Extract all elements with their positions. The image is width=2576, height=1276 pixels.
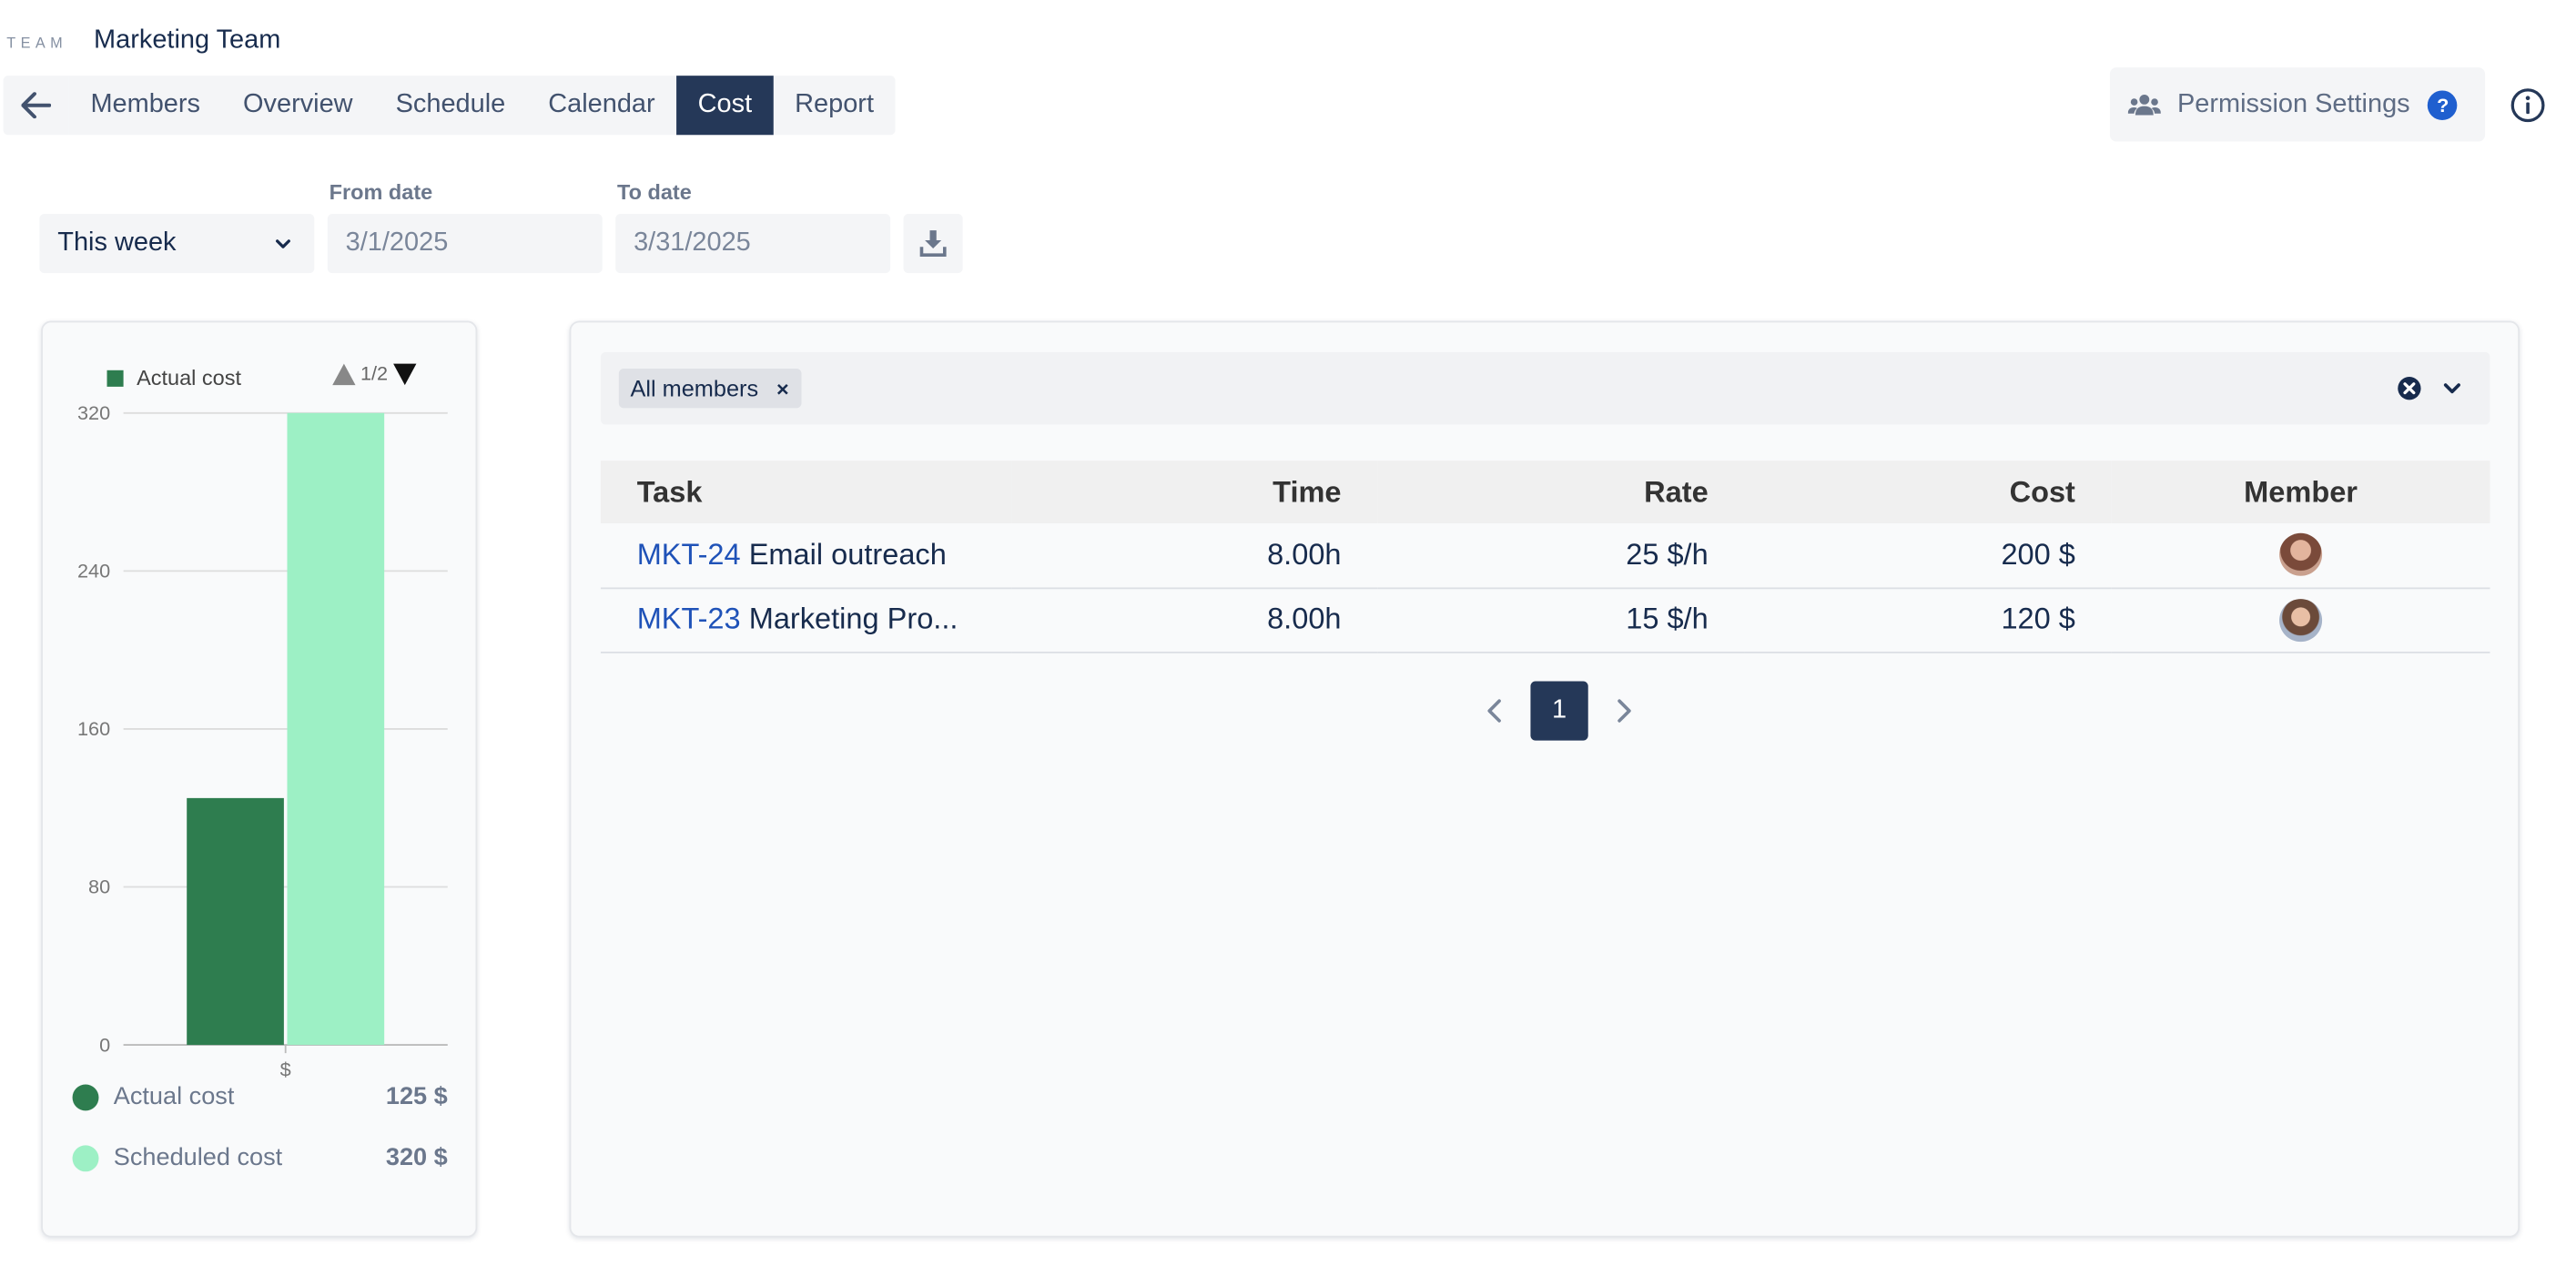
tab-group: Members Overview Schedule Calendar Cost … <box>68 76 896 136</box>
cost-bar-chart: 0 80 160 240 320 $ <box>77 401 448 1080</box>
tab-cost[interactable]: Cost <box>676 76 774 136</box>
download-button[interactable] <box>903 214 963 274</box>
rate-cell: 15 $/h <box>1377 587 1745 653</box>
y-tick-label: 240 <box>77 560 110 582</box>
from-date-label: From date <box>329 179 433 205</box>
download-icon <box>919 230 947 258</box>
rate-cell: 25 $/h <box>1377 522 1745 589</box>
task-cell: MKT-24 Email outreach <box>600 522 1012 589</box>
member-cell <box>2111 522 2490 589</box>
task-title[interactable]: Email outreach <box>749 538 947 571</box>
task-cell: MKT-23 Marketing Pro... <box>600 587 1012 653</box>
to-date-label: To date <box>617 179 692 205</box>
prev-page-icon[interactable] <box>1478 694 1511 727</box>
legend-label-actual: Actual cost <box>137 365 242 390</box>
column-header-cost[interactable]: Cost <box>1744 461 2112 523</box>
cost-cell: 120 $ <box>1744 587 2112 653</box>
summary-value-actual: 125 $ <box>385 1082 448 1111</box>
column-header-time[interactable]: Time <box>1011 461 1378 523</box>
chevron-down-icon[interactable] <box>2440 377 2463 400</box>
chip-remove-icon[interactable]: × <box>776 376 789 400</box>
cost-chart-card: Actual cost 1/2 0 80 160 240 320 $ Actual cos… <box>41 320 478 1238</box>
next-page-icon[interactable] <box>1607 694 1640 727</box>
legend-page-indicator: 1/2 <box>360 361 389 386</box>
legend-page-up-icon[interactable] <box>332 362 356 385</box>
info-icon[interactable] <box>2510 87 2546 124</box>
clear-filter-icon[interactable] <box>2396 375 2422 401</box>
legend-pager: 1/2 <box>332 362 416 385</box>
y-tick-label: 160 <box>77 717 110 740</box>
period-value: This week <box>57 228 177 258</box>
bar-scheduled-cost <box>287 412 385 1046</box>
task-title[interactable]: Marketing Pro... <box>749 603 958 635</box>
bar-actual-cost <box>187 797 284 1046</box>
arrow-left-icon <box>21 92 52 119</box>
member-cell <box>2111 587 2490 653</box>
member-filter[interactable]: All members × <box>600 351 2490 425</box>
y-tick-label: 0 <box>99 1033 110 1056</box>
filter-chip: All members × <box>618 368 803 409</box>
table-row: MKT-24 Email outreach 8.00h 25 $/h 200 $ <box>600 522 2490 589</box>
to-date-input[interactable] <box>615 214 891 274</box>
legend-swatch-actual <box>106 369 124 386</box>
cost-cell: 200 $ <box>1744 522 2112 589</box>
pagination: 1 <box>1478 681 1641 741</box>
legend-page-down-icon[interactable] <box>392 362 416 385</box>
chart-legend[interactable]: Actual cost <box>106 365 242 390</box>
users-icon <box>2127 94 2161 115</box>
time-cell: 8.00h <box>1011 522 1378 589</box>
filter-chip-label: All members <box>630 375 759 402</box>
x-tick-label: $ <box>280 1058 291 1080</box>
from-date-input[interactable] <box>327 214 603 274</box>
tab-calendar[interactable]: Calendar <box>527 76 676 135</box>
summary-row-scheduled: Scheduled cost 320 $ <box>72 1143 448 1172</box>
tab-bar: Members Overview Schedule Calendar Cost … <box>3 76 896 136</box>
tab-overview[interactable]: Overview <box>222 76 375 135</box>
cost-table-card: All members × Task Time Rate Cost Member… <box>569 320 2520 1238</box>
column-header-member[interactable]: Member <box>2111 461 2490 523</box>
summary-label-scheduled: Scheduled cost <box>113 1143 283 1172</box>
cost-table: Task Time Rate Cost Member MKT-24 Email … <box>600 461 2490 653</box>
y-tick-label: 80 <box>88 876 110 898</box>
tab-schedule[interactable]: Schedule <box>374 76 527 135</box>
summary-dot-actual <box>72 1083 99 1110</box>
task-key-link[interactable]: MKT-24 <box>637 538 741 571</box>
column-header-task[interactable]: Task <box>600 461 1012 523</box>
table-row: MKT-23 Marketing Pro... 8.00h 15 $/h 120… <box>600 587 2490 653</box>
tab-members[interactable]: Members <box>69 76 222 135</box>
task-key-link[interactable]: MKT-23 <box>637 603 741 635</box>
column-header-rate[interactable]: Rate <box>1377 461 1745 523</box>
member-avatar[interactable] <box>2279 598 2323 642</box>
help-icon[interactable]: ? <box>2428 89 2459 120</box>
summary-label-actual: Actual cost <box>113 1082 235 1111</box>
y-tick-label: 320 <box>77 401 110 424</box>
chevron-down-icon <box>276 238 290 248</box>
summary-row-actual: Actual cost 125 $ <box>72 1082 448 1111</box>
permission-settings-label: Permission Settings <box>2176 89 2410 118</box>
tab-report[interactable]: Report <box>774 76 896 135</box>
summary-dot-scheduled <box>72 1144 99 1171</box>
time-cell: 8.00h <box>1011 587 1378 653</box>
team-label: TEAM <box>6 34 68 52</box>
back-button[interactable] <box>3 76 69 136</box>
member-avatar[interactable] <box>2279 533 2323 577</box>
team-name: Marketing Team <box>94 25 281 55</box>
period-select[interactable]: This week <box>39 214 315 274</box>
permission-settings-button[interactable]: Permission Settings ? <box>2109 67 2486 142</box>
page-number-button[interactable]: 1 <box>1530 681 1588 741</box>
table-header-row: Task Time Rate Cost Member <box>600 461 2490 523</box>
summary-value-scheduled: 320 $ <box>385 1143 448 1172</box>
